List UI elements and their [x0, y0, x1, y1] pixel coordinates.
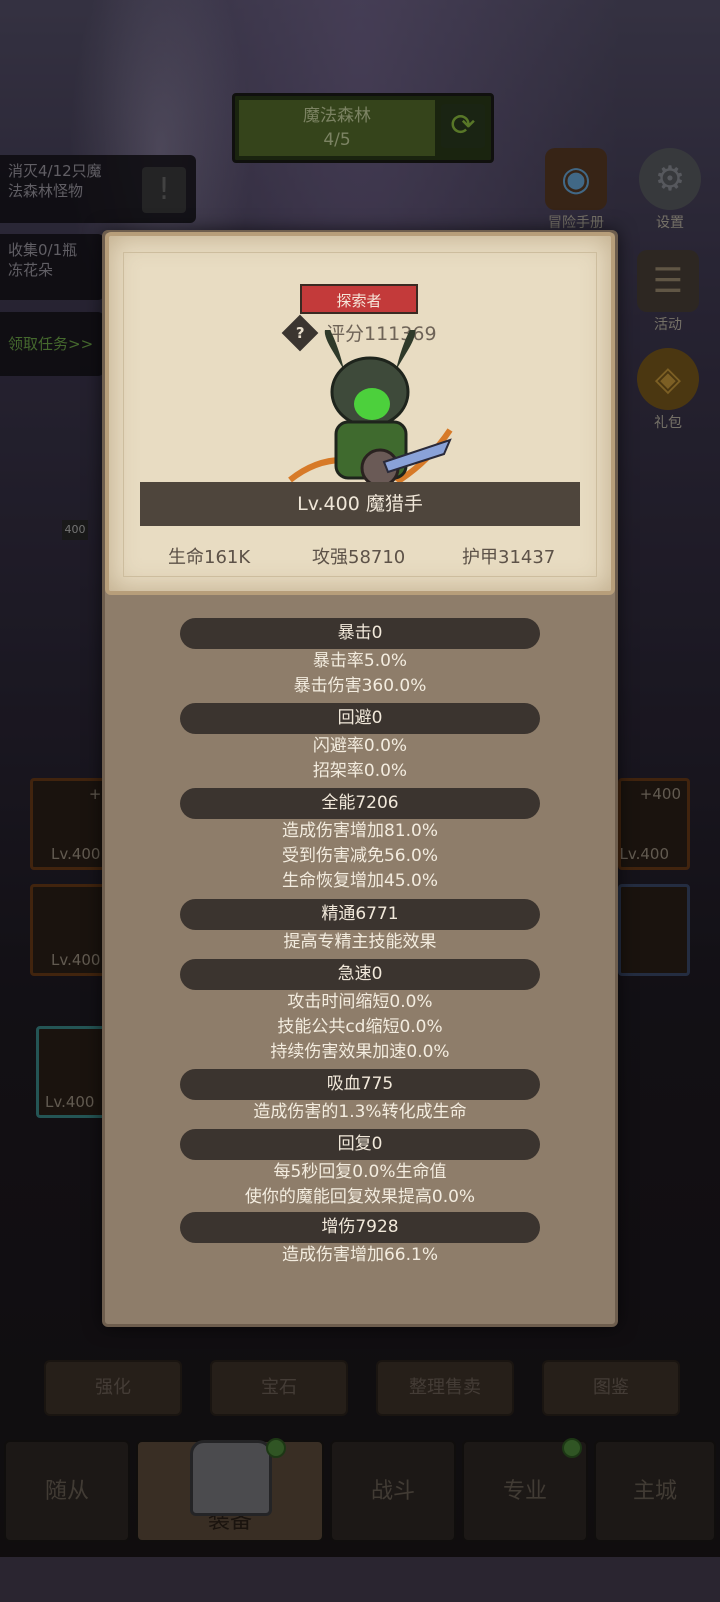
title-badge: 探索者: [300, 284, 418, 314]
section-regen-line: 每5秒回复0.0%生命值: [273, 1162, 447, 1182]
section-mastery-header: 精通6771: [180, 899, 540, 930]
section-crit-header: 暴击0: [180, 618, 540, 649]
section-damage-bonus-header: 增伤7928: [180, 1212, 540, 1243]
section-versatility-line: 生命恢复增加45.0%: [281, 871, 438, 891]
section-damage-bonus-line: 造成伤害增加66.1%: [281, 1245, 438, 1265]
section-lifesteal-header: 吸血775: [180, 1069, 540, 1100]
section-regen-line: 使你的魔能回复效果提高0.0%: [244, 1187, 476, 1207]
section-evade-header: 回避0: [180, 703, 540, 734]
section-crit-line: 暴击率5.0%: [312, 651, 408, 671]
hero-name-bar: Lv.400 魔猎手: [140, 482, 580, 526]
section-versatility-line: 受到伤害减免56.0%: [281, 846, 438, 866]
section-haste-line: 持续伤害效果加速0.0%: [270, 1042, 450, 1062]
section-haste-line: 技能公共cd缩短0.0%: [277, 1017, 443, 1037]
section-haste-header: 急速0: [180, 959, 540, 990]
section-versatility-header: 全能7206: [180, 788, 540, 819]
section-regen-header: 回复0: [180, 1129, 540, 1160]
section-mastery-line: 提高专精主技能效果: [283, 932, 437, 952]
section-evade-line: 招架率0.0%: [312, 761, 408, 781]
section-lifesteal-line: 造成伤害的1.3%转化成生命: [253, 1102, 467, 1122]
section-crit-line: 暴击伤害360.0%: [293, 676, 427, 696]
section-versatility-line: 造成伤害增加81.0%: [281, 821, 438, 841]
hero-portrait: [288, 330, 453, 488]
stat-hp: 生命161K: [168, 547, 251, 568]
stat-armor: 护甲31437: [462, 547, 556, 568]
section-haste-line: 攻击时间缩短0.0%: [287, 992, 433, 1012]
section-evade-line: 闪避率0.0%: [312, 736, 408, 756]
stat-attack: 攻强58710: [312, 547, 406, 568]
